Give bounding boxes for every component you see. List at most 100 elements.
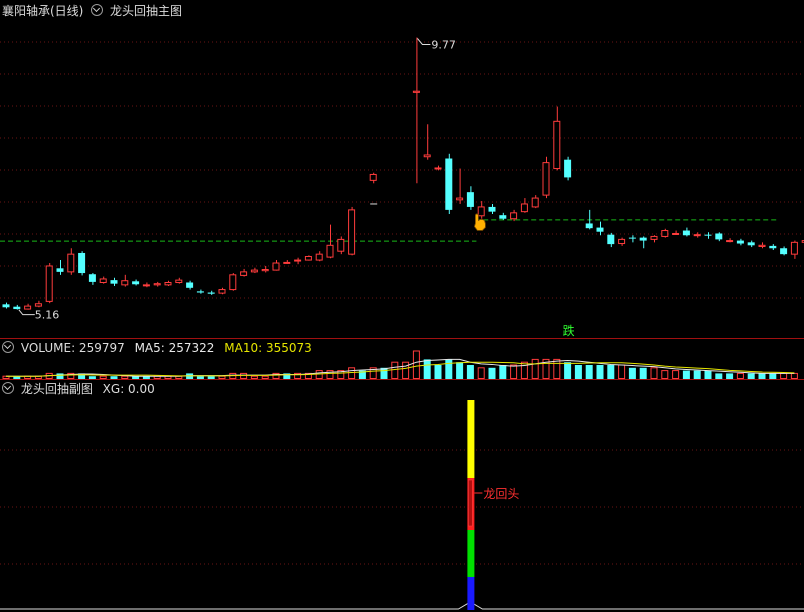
- collapse-circle-icon[interactable]: [2, 341, 14, 353]
- signal-bar-green: [467, 530, 475, 577]
- volume-bar-up: [618, 364, 626, 379]
- candle-body-down: [466, 192, 474, 207]
- candle-body-up: [758, 244, 766, 247]
- candle-body-up: [164, 281, 172, 286]
- volume-bar-down: [607, 365, 615, 379]
- candle-body-up: [531, 197, 539, 208]
- candle-body-up: [477, 206, 485, 217]
- candle-body-up: [542, 162, 550, 196]
- fall-signal-label: 跌: [563, 323, 575, 338]
- candle-body-down: [780, 248, 788, 255]
- high-price-label: 9.77: [431, 38, 456, 51]
- volume-bar-down: [499, 365, 507, 379]
- candle-body-down: [736, 240, 744, 244]
- volume-label: VOLUME: 259797: [20, 341, 125, 355]
- candle-body-up: [218, 289, 226, 294]
- volume-bar-down: [434, 365, 442, 379]
- hand-cursor-icon: [473, 213, 486, 231]
- candle-body-up: [456, 197, 464, 201]
- candle-body-up: [412, 90, 420, 93]
- candle-body-down: [499, 215, 507, 219]
- volume-bar-down: [445, 359, 453, 379]
- volume-bar-down: [564, 362, 572, 379]
- candle-body-up: [45, 265, 53, 302]
- main-chart-panel[interactable]: 9.775.16T跌 襄阳轴承(日线) 龙头回抽主图: [0, 0, 804, 338]
- volume-bar-up: [402, 361, 410, 379]
- low-price-label: 5.16: [35, 309, 60, 322]
- sub-indicator-title[interactable]: 龙头回抽副图: [21, 382, 93, 396]
- volume-bar-down: [639, 367, 647, 379]
- candle-body-up: [348, 209, 356, 255]
- volume-bar-up: [790, 372, 798, 379]
- candle-body-down: [769, 245, 777, 249]
- volume-bar-up: [736, 372, 744, 379]
- candle-body-up: [726, 240, 734, 243]
- candle-body-down: [56, 268, 64, 272]
- candle-body-down: [186, 282, 194, 288]
- candle-body-down: [2, 304, 10, 308]
- sub-indicator-chart[interactable]: 龙回头: [0, 380, 804, 612]
- volume-bar-down: [585, 365, 593, 379]
- signal-bar-yellow: [467, 400, 475, 478]
- candle-body-up: [618, 238, 626, 245]
- candle-body-up: [650, 235, 658, 240]
- volume-header: VOLUME: 259797 MA5: 257322 MA10: 355073: [2, 340, 312, 356]
- volume-bar-up: [477, 367, 485, 379]
- candle-body-up: [153, 283, 161, 286]
- ma5-label: MA5: 257322: [134, 341, 215, 355]
- candle-body-down: [132, 281, 140, 285]
- signal-bar-inner: [468, 479, 473, 527]
- candle-body-up: [24, 305, 32, 310]
- volume-bar-down: [596, 365, 604, 379]
- main-indicator-name[interactable]: 龙头回抽主图: [110, 4, 182, 18]
- volume-bar-down: [488, 367, 496, 379]
- volume-bar-up: [650, 367, 658, 379]
- candle-body-up: [434, 167, 442, 170]
- main-candlestick-chart[interactable]: 9.775.16T跌: [0, 0, 804, 338]
- candle-body-down: [488, 206, 496, 212]
- volume-bar-down: [574, 365, 582, 379]
- volume-bar-down: [466, 365, 474, 379]
- candle-body-down: [639, 237, 647, 241]
- high-arrow-icon: [417, 38, 431, 45]
- candle-body-up: [283, 261, 291, 264]
- candle-body-up: [229, 274, 237, 291]
- candle-body-down: [78, 252, 86, 274]
- volume-panel[interactable]: VOLUME: 259797 MA5: 257322 MA10: 355073: [0, 339, 804, 379]
- volume-bar-down: [456, 362, 464, 379]
- candle-body-down: [207, 292, 215, 294]
- candle-body-up: [142, 284, 150, 287]
- candle-body-up: [121, 280, 129, 286]
- volume-bar-down: [628, 367, 636, 379]
- collapse-circle-icon[interactable]: [2, 382, 14, 394]
- candle-body-up: [661, 230, 669, 237]
- volume-bar-up: [531, 358, 539, 379]
- candle-body-down: [596, 227, 604, 232]
- candle-body-down: [196, 291, 204, 293]
- candle-body-up: [315, 253, 323, 261]
- candle-body-down: [564, 159, 572, 178]
- candle-body-up: [520, 203, 528, 213]
- candle-body-up: [693, 234, 701, 237]
- volume-bar-up: [672, 370, 680, 379]
- volume-bar-up: [553, 358, 561, 379]
- candle-body-up: [672, 232, 680, 235]
- candle-body-up: [175, 279, 183, 283]
- volume-bar-up: [510, 364, 518, 379]
- volume-bar-down: [693, 370, 701, 379]
- volume-bar-down: [423, 359, 431, 379]
- collapse-circle-icon[interactable]: [91, 4, 104, 16]
- candle-body-down: [607, 234, 615, 245]
- low-arrow-icon: [18, 309, 35, 316]
- volume-bar-up: [780, 372, 788, 379]
- sub-indicator-panel[interactable]: 龙回头 龙头回抽副图 XG: 0.00: [0, 380, 804, 612]
- candle-body-up: [510, 212, 518, 220]
- candle-body-down: [585, 223, 593, 229]
- candle-body-down: [715, 233, 723, 240]
- main-header: 襄阳轴承(日线) 龙头回抽主图: [2, 3, 182, 19]
- candle-body-down: [704, 234, 712, 236]
- volume-bar-up: [412, 350, 420, 379]
- candle-body-down: [110, 280, 118, 284]
- candle-body-up: [369, 173, 377, 181]
- xg-baseline: [0, 601, 804, 610]
